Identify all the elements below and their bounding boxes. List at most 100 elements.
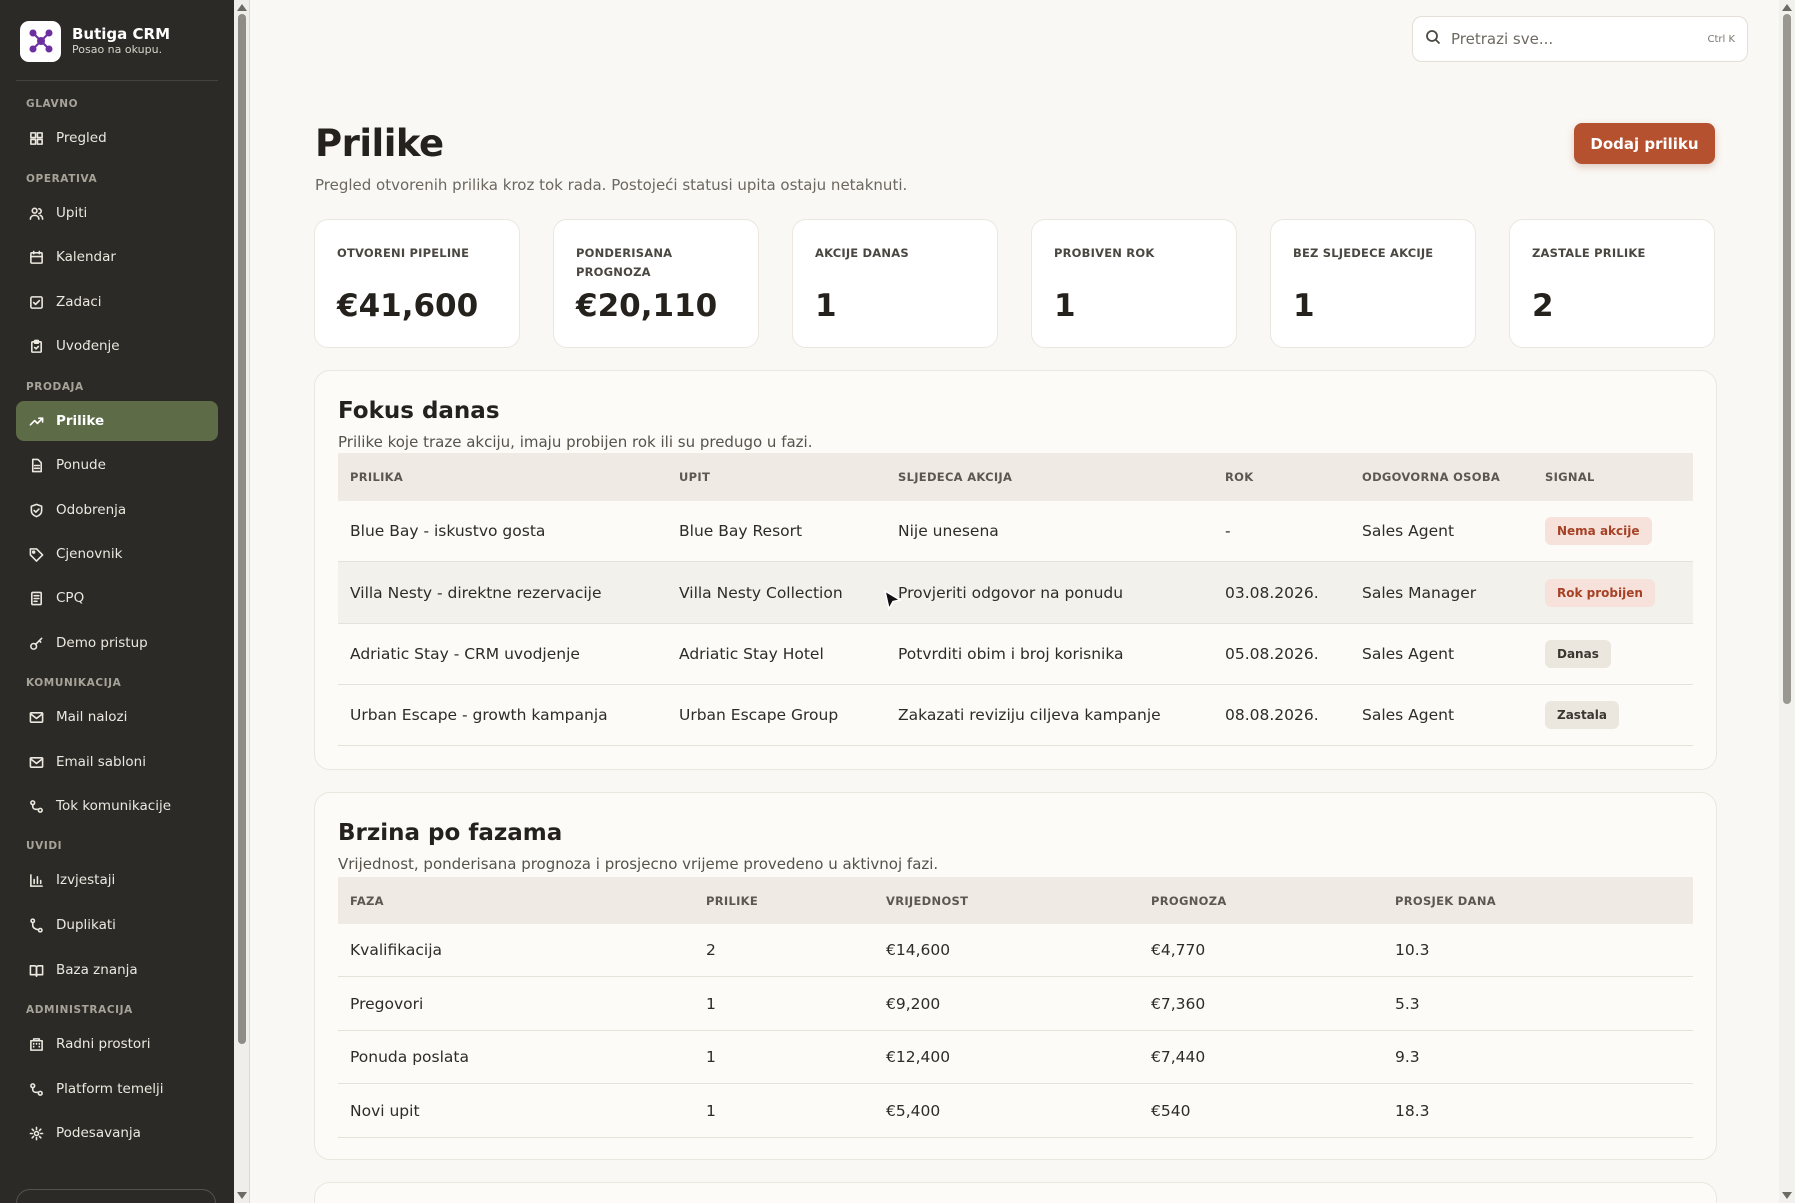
sidebar-item-podesavanja[interactable]: Podesavanja	[16, 1113, 218, 1153]
table-header: FAZA PRILIKE VRIJEDNOST PROGNOZA PROSJEK…	[338, 877, 1693, 924]
column-header[interactable]: FAZA	[350, 877, 384, 924]
table-row[interactable]: Blue Bay - iskustvo gosta Blue Bay Resor…	[338, 501, 1693, 562]
sidebar-item-kalendar[interactable]: Kalendar	[16, 237, 218, 277]
card-title: Fokus danas	[338, 398, 500, 424]
page-subtitle: Pregled otvorenih prilika kroz tok rada.…	[315, 176, 908, 194]
column-header[interactable]: VRIJEDNOST	[886, 877, 968, 924]
brand[interactable]: Butiga CRM Posao na okupu.	[20, 20, 220, 62]
section-komunikacija: KOMUNIKACIJA	[26, 677, 122, 689]
sidebar-item-baza-znanja[interactable]: Baza znanja	[16, 950, 218, 990]
table-row[interactable]: Novi upit 1 €5,400 €540 18.3	[338, 1084, 1693, 1138]
sidebar-item-odobrenja[interactable]: Odobrenja	[16, 490, 218, 530]
cell-prilike: 1	[706, 1101, 716, 1120]
cell-akcija: Nije unesena	[898, 522, 999, 540]
kpi-label: BEZ SLJEDECE AKCIJE	[1293, 246, 1434, 260]
sidebar-item-upiti[interactable]: Upiti	[16, 193, 218, 233]
column-header[interactable]: SLJEDECA AKCIJA	[898, 453, 1012, 501]
cell-osoba: Sales Manager	[1362, 583, 1477, 602]
sidebar-item-label: Kalendar	[56, 249, 116, 265]
sidebar-item-prilike[interactable]: Prilike	[16, 401, 218, 441]
sidebar-item-uvodjenje[interactable]: Uvođenje	[16, 326, 218, 366]
cell-prosjek: 10.3	[1395, 941, 1430, 959]
sidebar-item-label: Upiti	[56, 205, 88, 221]
page-scrollbar[interactable]	[1779, 0, 1795, 1203]
add-opportunity-button[interactable]: Dodaj priliku	[1574, 123, 1715, 164]
sidebar-item-izvjestaji[interactable]: Izvjestaji	[16, 860, 218, 900]
building-icon	[28, 1036, 44, 1052]
cell-prosjek: 5.3	[1395, 994, 1420, 1013]
file-text-icon	[28, 457, 44, 473]
search-placeholder: Pretrazi sve...	[1451, 30, 1554, 48]
clipboard-icon	[28, 338, 44, 354]
column-header[interactable]: UPIT	[679, 453, 710, 501]
sidebar-item-cjenovnik[interactable]: Cjenovnik	[16, 534, 218, 574]
cell-prilike: 1	[706, 1048, 716, 1066]
search-input[interactable]: Pretrazi sve... Ctrl K	[1412, 16, 1748, 62]
book-open-icon	[28, 962, 44, 978]
kpi-value: 1	[1054, 288, 1076, 324]
column-header[interactable]: PRILIKA	[350, 453, 403, 501]
cell-prosjek: 18.3	[1395, 1101, 1430, 1120]
bar-chart-icon	[28, 872, 44, 888]
cell-vrijednost: €12,400	[886, 1048, 951, 1066]
column-header[interactable]: ODGOVORNA OSOBA	[1362, 453, 1500, 501]
sidebar-item-demo-pristup[interactable]: Demo pristup	[16, 623, 218, 663]
column-header[interactable]: PROGNOZA	[1151, 877, 1227, 924]
column-header[interactable]: SIGNAL	[1545, 453, 1595, 501]
scrollbar-thumb[interactable]	[238, 14, 246, 1044]
cell-upit: Blue Bay Resort	[679, 522, 803, 540]
sidebar-item-mail-nalozi[interactable]: Mail nalozi	[16, 697, 218, 737]
sidebar-item-label: CPQ	[56, 590, 85, 606]
cell-upit: Urban Escape Group	[679, 706, 839, 724]
kpi-value: 1	[815, 288, 837, 324]
cell-prilike: 2	[706, 941, 716, 959]
column-header[interactable]: PROSJEK DANA	[1395, 877, 1496, 924]
kpi-label: PONDERISANA PROGNOZA	[576, 246, 673, 279]
sidebar-item-email-sabloni[interactable]: Email sabloni	[16, 742, 218, 782]
cell-akcija: Provjeriti odgovor na ponudu	[898, 583, 1124, 602]
sidebar-item-zadaci[interactable]: Zadaci	[16, 282, 218, 322]
app-name: Butiga CRM	[72, 25, 170, 43]
mail-icon	[28, 709, 44, 725]
status-badge: Rok probijen	[1545, 578, 1655, 607]
sidebar-item-platform-temelji[interactable]: Platform temelji	[16, 1069, 218, 1109]
workflow-icon	[28, 798, 44, 814]
column-header[interactable]: PRILIKE	[706, 877, 758, 924]
cell-faza: Pregovori	[350, 994, 424, 1013]
scroll-up-arrow[interactable]	[237, 4, 247, 11]
sidebar-item-pregled[interactable]: Pregled	[16, 118, 218, 158]
sidebar-item-radni-prostori[interactable]: Radni prostori	[16, 1024, 218, 1064]
cell-faza: Kvalifikacija	[350, 941, 443, 959]
table-row[interactable]: Kvalifikacija 2 €14,600 €4,770 10.3	[338, 924, 1693, 977]
column-header[interactable]: ROK	[1225, 453, 1253, 501]
user-menu-button[interactable]	[16, 1189, 216, 1203]
mouse-cursor-icon	[883, 589, 903, 616]
scrollbar-thumb[interactable]	[1783, 14, 1791, 704]
table-row[interactable]: Adriatic Stay - CRM uvodjenje Adriatic S…	[338, 624, 1693, 685]
table-row[interactable]: Ponuda poslata 1 €12,400 €7,440 9.3	[338, 1031, 1693, 1084]
sidebar-item-label: Baza znanja	[56, 962, 138, 978]
scroll-down-arrow[interactable]	[237, 1192, 247, 1199]
sidebar-item-tok-komunikacije[interactable]: Tok komunikacije	[16, 786, 218, 826]
sidebar-item-label: Demo pristup	[56, 635, 148, 651]
table-header: PRILIKA UPIT SLJEDECA AKCIJA ROK ODGOVOR…	[338, 453, 1693, 501]
trending-up-icon	[28, 413, 44, 429]
scroll-down-arrow[interactable]	[1782, 1192, 1792, 1199]
cell-prognoza: €7,440	[1151, 1048, 1206, 1066]
cell-akcija: Potvrditi obim i broj korisnika	[898, 645, 1124, 663]
sidebar-item-label: Pregled	[56, 130, 107, 146]
sidebar-scrollbar[interactable]	[234, 0, 250, 1203]
table-row[interactable]: Urban Escape - growth kampanja Urban Esc…	[338, 685, 1693, 746]
status-badge: Zastala	[1545, 701, 1619, 729]
cell-prilike: 1	[706, 994, 716, 1013]
table-row[interactable]: Villa Nesty - direktne rezervacije Villa…	[338, 562, 1693, 624]
merge-icon	[28, 917, 44, 933]
cell-prilika: Adriatic Stay - CRM uvodjenje	[350, 645, 580, 663]
sidebar-item-ponude[interactable]: Ponude	[16, 445, 218, 485]
sidebar-item-cpq[interactable]: CPQ	[16, 578, 218, 618]
table-row[interactable]: Pregovori 1 €9,200 €7,360 5.3	[338, 977, 1693, 1031]
workflow-icon	[28, 1081, 44, 1097]
page-title: Prilike	[315, 122, 444, 165]
sidebar-item-duplikati[interactable]: Duplikati	[16, 905, 218, 945]
scroll-up-arrow[interactable]	[1782, 4, 1792, 11]
